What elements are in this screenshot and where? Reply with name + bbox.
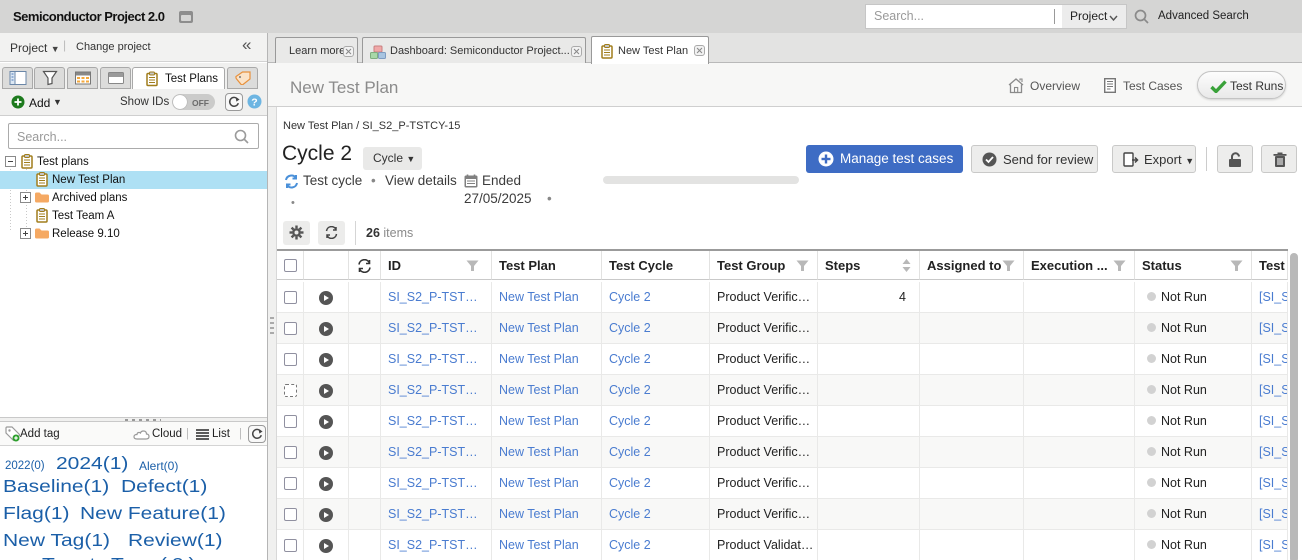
svg-text:?: ? [251,97,257,109]
